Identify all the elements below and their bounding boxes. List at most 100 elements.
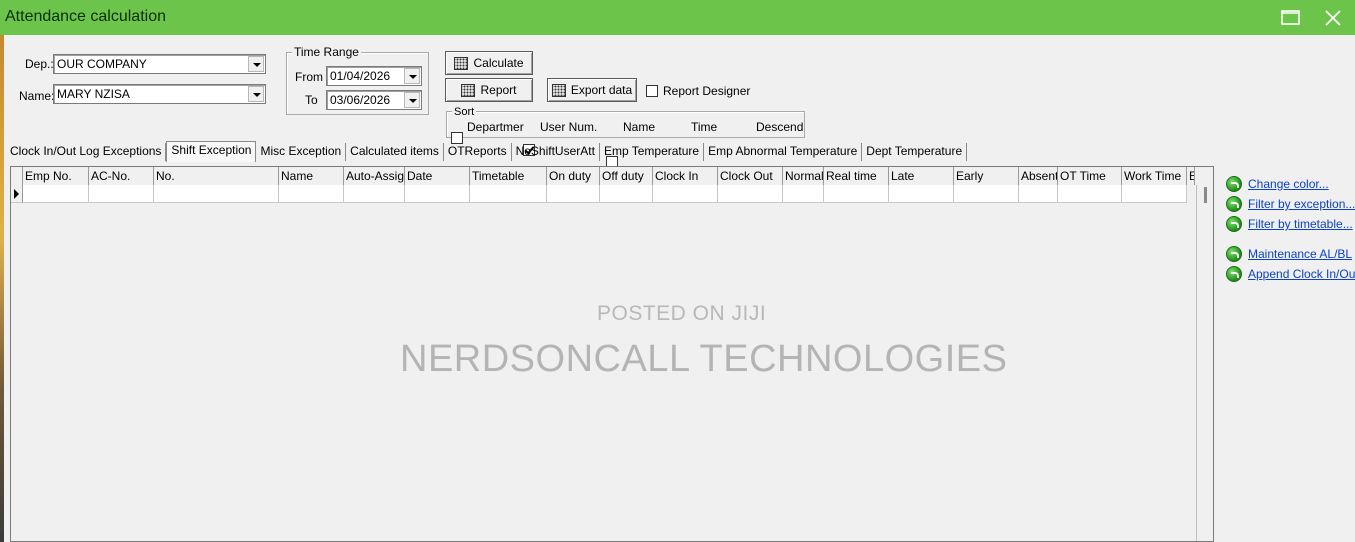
report-icon <box>461 83 476 97</box>
maintenance-al-bl-link[interactable]: Maintenance AL/BL <box>1226 246 1352 262</box>
column-header[interactable]: On duty <box>547 167 600 185</box>
column-header[interactable]: Name <box>279 167 344 185</box>
table-cell[interactable] <box>344 185 405 203</box>
maintenance-al-bl-link-label[interactable]: Maintenance AL/BL <box>1248 247 1352 261</box>
column-header[interactable]: Clock Out <box>718 167 783 185</box>
column-header[interactable]: Timetable <box>470 167 547 185</box>
tab-clock-in-out-log-exceptions[interactable]: Clock In/Out Log Exceptions <box>6 143 167 161</box>
table-cell[interactable] <box>279 185 344 203</box>
background-edge <box>0 35 4 542</box>
filter-by-exception-link-label[interactable]: Filter by exception... <box>1248 197 1355 211</box>
to-date-value: 03/06/2026 <box>330 93 391 107</box>
column-header[interactable]: Normal <box>783 167 824 185</box>
tab-ot-reports[interactable]: OTReports <box>444 143 512 161</box>
table-cell[interactable] <box>1019 185 1058 203</box>
green-arrow-icon <box>1226 216 1242 232</box>
tab-misc-exception[interactable]: Misc Exception <box>256 143 347 161</box>
close-icon[interactable] <box>1322 8 1344 28</box>
employee-name-select[interactable]: MARY NZISA <box>53 84 266 104</box>
calculate-button[interactable]: Calculate <box>445 51 533 75</box>
department-select[interactable]: OUR COMPANY <box>53 54 266 74</box>
chevron-down-icon[interactable] <box>404 92 420 108</box>
filter-by-timetable-link[interactable]: Filter by timetable... <box>1226 216 1353 232</box>
name-label: Name: <box>19 89 55 103</box>
report-button[interactable]: Report <box>445 78 533 102</box>
table-cell[interactable] <box>653 185 718 203</box>
table-cell[interactable] <box>154 185 279 203</box>
export-icon <box>551 83 566 97</box>
export-data-button[interactable]: Export data <box>547 78 637 102</box>
chevron-down-icon[interactable] <box>404 68 420 84</box>
table-cell[interactable] <box>89 185 154 203</box>
table-cell[interactable] <box>889 185 954 203</box>
tab-shift-exception[interactable]: Shift Exception <box>166 141 257 162</box>
to-date-picker[interactable]: 03/06/2026 <box>326 90 422 110</box>
scrollbar-thumb[interactable] <box>1204 187 1207 203</box>
table-cell[interactable] <box>718 185 783 203</box>
column-header[interactable]: Date <box>405 167 470 185</box>
report-designer-label: Report Designer <box>663 84 751 98</box>
tab-no-shift-user-att[interactable]: NoShiftUserAtt <box>512 143 600 161</box>
filter-by-timetable-link-label[interactable]: Filter by timetable... <box>1248 217 1353 231</box>
sort-name-label: Name <box>623 120 656 134</box>
sort-user-num-label: User Num. <box>540 120 598 134</box>
calculate-button-label: Calculate <box>473 56 524 70</box>
window-title: Attendance calculation <box>5 8 166 25</box>
sort-time-label: Time <box>691 120 718 134</box>
table-cell[interactable] <box>954 185 1019 203</box>
column-header[interactable]: Emp No. <box>23 167 89 185</box>
change-color-link[interactable]: Change color... <box>1226 176 1329 192</box>
column-header[interactable]: Off duty <box>600 167 653 185</box>
chevron-down-icon[interactable] <box>248 56 264 72</box>
column-header[interactable]: No. <box>154 167 279 185</box>
column-header[interactable]: Absent <box>1019 167 1058 185</box>
change-color-link-label[interactable]: Change color... <box>1248 177 1329 191</box>
table-cell[interactable] <box>405 185 470 203</box>
green-arrow-icon <box>1226 266 1242 282</box>
table-cell[interactable] <box>1058 185 1122 203</box>
green-arrow-icon <box>1226 246 1242 262</box>
append-clock-in-out-link[interactable]: Append Clock In/Out l <box>1226 266 1355 282</box>
watermark-company: NERDSONCALL TECHNOLOGIES <box>400 338 1008 380</box>
column-header[interactable]: Real time <box>824 167 889 185</box>
action-links-panel: Change color... Filter by exception... F… <box>1216 166 1355 542</box>
from-date-picker[interactable]: 01/04/2026 <box>326 66 422 86</box>
table-cell[interactable] <box>470 185 547 203</box>
grid-corner <box>11 167 23 185</box>
report-button-label: Report <box>480 83 517 97</box>
to-label: To <box>305 93 318 107</box>
table-row[interactable] <box>11 185 1187 203</box>
green-arrow-icon <box>1226 176 1242 192</box>
table-cell[interactable] <box>824 185 889 203</box>
column-header[interactable]: Late <box>889 167 954 185</box>
filter-by-exception-link[interactable]: Filter by exception... <box>1226 196 1355 212</box>
sort-label: Sort <box>452 106 477 118</box>
append-clock-in-out-link-label[interactable]: Append Clock In/Out l <box>1248 267 1355 281</box>
chevron-down-icon[interactable] <box>248 86 264 102</box>
table-cell[interactable] <box>783 185 824 203</box>
tab-dept-temperature[interactable]: Dept Temperature <box>862 143 968 161</box>
row-indicator-icon <box>11 185 23 203</box>
watermark-posted: POSTED ON JIJI <box>597 302 767 325</box>
from-date-value: 01/04/2026 <box>330 69 391 83</box>
sort-descend-label: Descend <box>756 120 804 134</box>
vertical-scrollbar[interactable] <box>1196 185 1213 541</box>
column-header[interactable]: E <box>1187 167 1195 185</box>
column-header[interactable]: OT Time <box>1058 167 1122 185</box>
tab-emp-abnormal-temperature[interactable]: Emp Abnormal Temperature <box>704 143 863 161</box>
department-value: OUR COMPANY <box>57 57 147 71</box>
report-designer-checkbox[interactable] <box>646 85 658 97</box>
column-header[interactable]: Early <box>954 167 1019 185</box>
tab-calculated-items[interactable]: Calculated items <box>346 143 444 161</box>
maximize-icon[interactable] <box>1280 8 1302 28</box>
grid-header-row: Emp No. AC-No. No. Name Auto-Assign Date… <box>11 167 1195 185</box>
column-header[interactable]: Clock In <box>653 167 718 185</box>
table-cell[interactable] <box>600 185 653 203</box>
table-cell[interactable] <box>23 185 89 203</box>
column-header[interactable]: Auto-Assign <box>344 167 405 185</box>
tab-emp-temperature[interactable]: Emp Temperature <box>600 143 705 161</box>
table-cell[interactable] <box>1122 185 1187 203</box>
column-header[interactable]: Work Time <box>1122 167 1187 185</box>
column-header[interactable]: AC-No. <box>89 167 154 185</box>
table-cell[interactable] <box>547 185 600 203</box>
